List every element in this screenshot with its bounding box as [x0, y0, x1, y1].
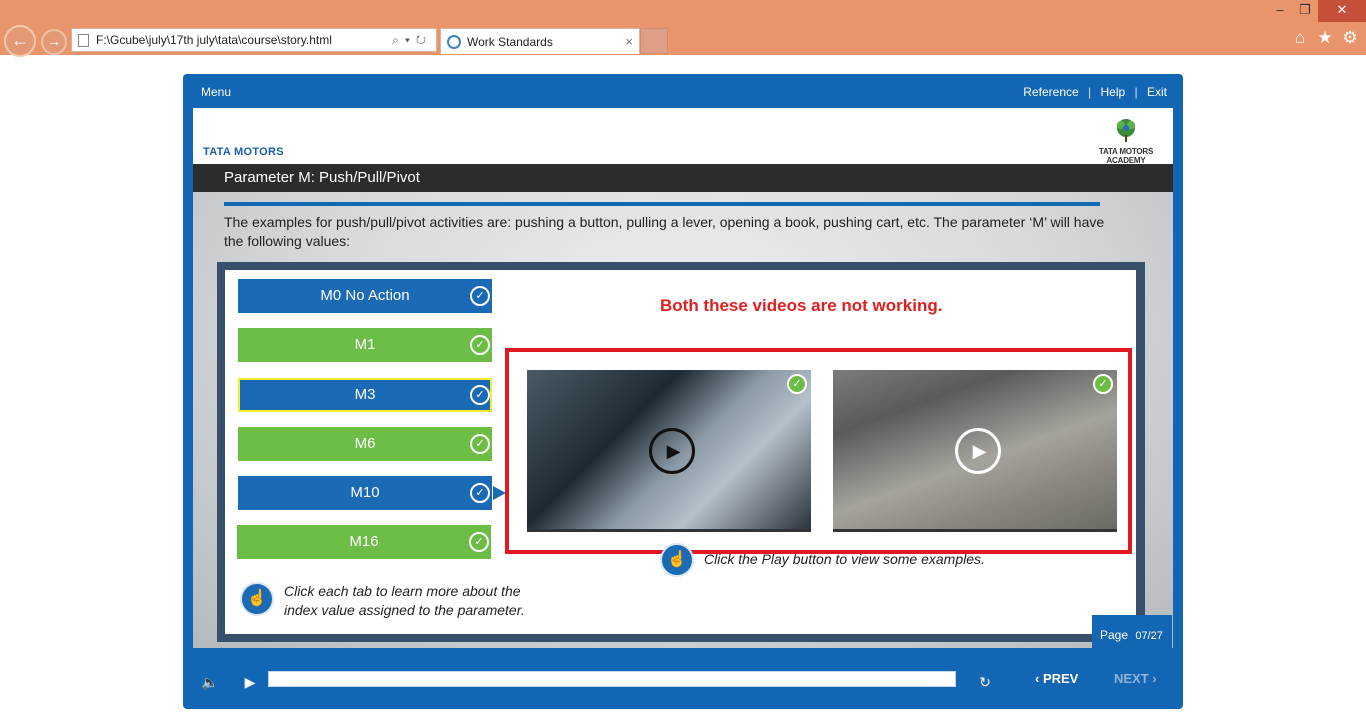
academy-text: TATA MOTORS ACADEMY: [1098, 147, 1154, 165]
exit-link[interactable]: Exit: [1147, 85, 1167, 99]
seekbar[interactable]: [268, 671, 956, 687]
page-indicator: Page 07/27: [1092, 615, 1172, 655]
tab-label: M10: [350, 484, 380, 501]
settings-icon[interactable]: ⚙: [1340, 28, 1360, 48]
ie-icon: [447, 35, 461, 49]
favorites-icon[interactable]: ★: [1315, 28, 1335, 48]
hand-pointer-icon: ☝: [240, 582, 274, 616]
menu-button[interactable]: Menu: [201, 85, 231, 99]
hint-play-text: Click the Play button to view some examp…: [704, 551, 985, 567]
page-label: Page: [1100, 628, 1129, 642]
slide-stage: TATA MOTORS TATA MOTORS ACADEMY Paramete…: [193, 108, 1173, 648]
page-number: 07/27: [1135, 630, 1163, 642]
tab-label: M6: [354, 435, 376, 452]
tab-m10[interactable]: M10 ✓: [238, 476, 506, 510]
window-close-icon[interactable]: ✕: [1318, 0, 1366, 22]
video-gear-lever[interactable]: ▶ ✓: [527, 370, 811, 532]
content-inner: M0 No Action ✓ M1 ✓ M3 ✓ M6 ✓ M10 ✓ M16 …: [225, 270, 1136, 634]
minimize-icon[interactable]: –: [1266, 0, 1294, 22]
check-icon: ✓: [469, 532, 489, 552]
replay-icon[interactable]: ↻: [974, 671, 996, 693]
check-icon: ✓: [470, 434, 490, 454]
tab-label: M1: [354, 336, 376, 353]
hand-pointer-icon: ☝: [660, 543, 694, 577]
reference-link[interactable]: Reference: [1023, 85, 1078, 99]
home-icon[interactable]: ⌂: [1290, 28, 1310, 48]
tab-m0-no-action[interactable]: M0 No Action ✓: [238, 279, 492, 313]
warning-note: Both these videos are not working.: [660, 296, 943, 315]
page-icon: [78, 34, 89, 47]
course-player: Menu Reference | Help | Exit TATA MOTORS…: [183, 74, 1183, 709]
tab-m3[interactable]: M3 ✓: [238, 378, 492, 412]
separator: |: [1088, 85, 1092, 99]
tab-label: M16: [349, 533, 379, 550]
browser-tab[interactable]: Work Standards ×: [440, 28, 640, 54]
player-controls: 🔈 ▶ ↻ ‹ PREV NEXT ›: [183, 659, 1183, 709]
tab-label: M0 No Action: [320, 287, 410, 304]
divider: [224, 202, 1100, 206]
video-cart[interactable]: ▶ ✓: [833, 370, 1117, 532]
slide-description: The examples for push/pull/pivot activit…: [224, 214, 1105, 249]
play-icon[interactable]: ▶: [649, 428, 695, 474]
restore-icon[interactable]: ❐: [1291, 0, 1319, 22]
check-icon: ✓: [470, 286, 490, 306]
player-topbar: Menu Reference | Help | Exit: [183, 74, 1183, 108]
address-text: F:\Gcube\july\17th july\tata\course\stor…: [96, 33, 332, 47]
tab-m6[interactable]: M6 ✓: [238, 427, 492, 461]
address-bar[interactable]: F:\Gcube\july\17th july\tata\course\stor…: [71, 28, 437, 52]
browser-chrome: ← → F:\Gcube\july\17th july\tata\course\…: [0, 0, 1366, 57]
academy-logo: TATA MOTORS ACADEMY: [1089, 116, 1163, 165]
play-icon[interactable]: ▶: [955, 428, 1001, 474]
tab-title: Work Standards: [467, 35, 553, 49]
top-links: Reference | Help | Exit: [1023, 85, 1167, 99]
check-icon: ✓: [470, 335, 490, 355]
prev-button[interactable]: ‹ PREV: [1035, 671, 1078, 686]
slide-title: Parameter M: Push/Pull/Pivot: [193, 164, 1173, 192]
tab-label: M3: [354, 386, 376, 403]
next-button[interactable]: NEXT ›: [1114, 671, 1157, 686]
check-icon: ✓: [470, 483, 490, 503]
tata-motors-logo: TATA MOTORS: [203, 146, 284, 158]
separator: |: [1134, 85, 1138, 99]
tab-m16[interactable]: M16 ✓: [237, 525, 491, 559]
volume-icon[interactable]: 🔈: [199, 671, 221, 693]
forward-button[interactable]: →: [41, 29, 67, 55]
tree-icon: [1117, 119, 1135, 142]
back-button[interactable]: ←: [4, 25, 36, 57]
check-icon: ✓: [470, 385, 490, 405]
content-panel: M0 No Action ✓ M1 ✓ M3 ✓ M6 ✓ M10 ✓ M16 …: [217, 262, 1145, 642]
tab-close-icon[interactable]: ×: [625, 29, 633, 55]
address-tools-icon[interactable]: ⌕▾↻: [392, 29, 432, 51]
new-tab-button[interactable]: [640, 28, 668, 54]
help-link[interactable]: Help: [1100, 85, 1125, 99]
hint-tabs-text: Click each tab to learn more about the i…: [284, 583, 525, 618]
slide-header: [193, 108, 1173, 164]
tab-m1[interactable]: M1 ✓: [238, 328, 492, 362]
check-icon: ✓: [1093, 374, 1113, 394]
check-icon: ✓: [787, 374, 807, 394]
play-pause-icon[interactable]: ▶: [239, 671, 261, 693]
